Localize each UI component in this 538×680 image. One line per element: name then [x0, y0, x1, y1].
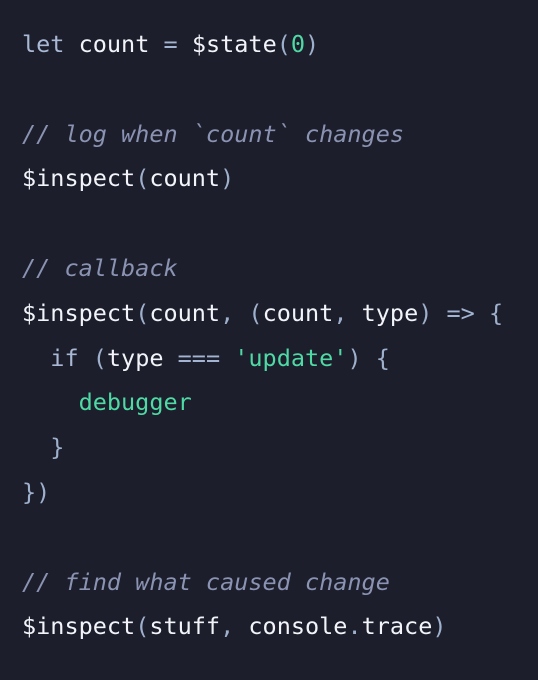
- code-token-plain: count: [262, 298, 334, 327]
- code-token-operator: =: [163, 30, 178, 58]
- code-line: let count = $state(0): [22, 22, 538, 67]
- code-token-plain: type: [106, 343, 164, 372]
- code-token-keyword: let: [22, 30, 65, 58]
- code-token-plain: count: [78, 30, 150, 58]
- code-token-func: $inspect: [22, 164, 136, 193]
- code-line: // find what caused change: [22, 560, 538, 605]
- code-token-punct: .: [347, 612, 362, 641]
- code-token-keyword: if: [50, 343, 79, 372]
- code-token-punct: (: [135, 612, 150, 641]
- code-token-comment: // log when `count` changes: [22, 119, 405, 148]
- code-line: debugger: [22, 380, 538, 425]
- code-token-plain: type: [361, 298, 419, 327]
- code-token-punct: }: [22, 477, 37, 506]
- code-token-punct: }: [50, 433, 65, 462]
- code-token-debug: debugger: [78, 388, 192, 417]
- code-token-punct: ,: [220, 612, 235, 641]
- code-token-plain: trace: [361, 612, 433, 641]
- code-line: // callback: [22, 246, 538, 291]
- code-line: if (type === 'update') {: [22, 336, 538, 381]
- code-token-punct: ): [418, 298, 433, 327]
- code-token-plain: stuff: [149, 612, 221, 641]
- code-token-plain: count: [149, 298, 221, 327]
- code-token-plain: console: [248, 612, 348, 641]
- code-token-punct: (: [135, 164, 150, 193]
- code-line: $inspect(stuff, console.trace): [22, 604, 538, 649]
- code-line: }): [22, 470, 538, 515]
- code-token-punct: ): [36, 477, 51, 506]
- code-line: $inspect(count): [22, 156, 538, 201]
- code-token-punct: (: [92, 343, 107, 372]
- code-token-number: 0: [290, 30, 306, 58]
- code-token-func: $inspect: [22, 298, 136, 327]
- code-line: }: [22, 425, 538, 470]
- code-token-punct: {: [375, 343, 390, 372]
- code-token-punct: (: [276, 30, 291, 58]
- code-token-func: $inspect: [22, 612, 136, 641]
- code-token-punct: ): [432, 612, 447, 641]
- code-token-punct: ,: [333, 298, 348, 327]
- code-token-operator: =>: [446, 298, 475, 327]
- code-token-string: 'update': [234, 343, 348, 372]
- code-token-punct: ): [220, 164, 235, 193]
- code-token-punct: ,: [220, 298, 235, 327]
- code-token-punct: {: [488, 298, 504, 327]
- code-token-punct: ): [305, 30, 320, 58]
- code-token-operator: ===: [177, 343, 221, 372]
- code-line: $inspect(count, (count, type) => {: [22, 291, 538, 336]
- code-token-punct: (: [135, 298, 150, 327]
- code-token-plain: count: [149, 164, 221, 193]
- code-token-punct: ): [347, 343, 362, 372]
- code-token-punct: (: [248, 298, 263, 327]
- code-token-comment: // callback: [22, 253, 178, 282]
- code-block[interactable]: let count = $state(0) // log when `count…: [0, 0, 538, 680]
- code-token-comment: // find what caused change: [22, 567, 390, 596]
- code-token-func: $state: [191, 30, 277, 58]
- code-line: // log when `count` changes: [22, 112, 538, 157]
